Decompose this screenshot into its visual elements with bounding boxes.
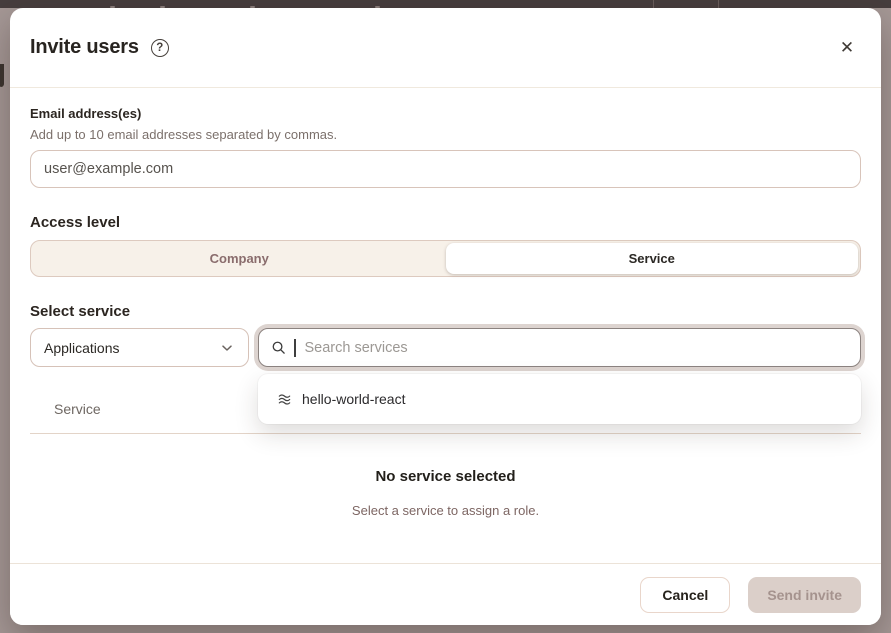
- cancel-button[interactable]: Cancel: [640, 577, 730, 613]
- modal-header: Invite users ? ✕: [10, 8, 881, 88]
- nav-separator: [653, 0, 654, 8]
- select-service-label: Select service: [30, 303, 861, 320]
- service-picker-row: Applications Search services: [30, 328, 861, 367]
- email-helper-text: Add up to 10 email addresses separated b…: [30, 127, 861, 142]
- close-icon[interactable]: ✕: [833, 34, 861, 62]
- segment-company[interactable]: Company: [33, 243, 446, 274]
- service-category-value: Applications: [44, 340, 120, 356]
- empty-state-subtitle: Select a service to assign a role.: [30, 503, 861, 518]
- background-top-nav: [0, 0, 891, 8]
- screen: Invite users ? ✕ Email address(es) Add u…: [0, 0, 891, 633]
- send-invite-button[interactable]: Send invite: [748, 577, 861, 613]
- search-results-panel: hello-world-react: [258, 374, 861, 424]
- service-search-wrap: Search services hello-world-react: [258, 328, 861, 367]
- background-page-glyph: [0, 64, 4, 87]
- search-icon: [271, 340, 286, 355]
- search-placeholder: Search services: [305, 340, 408, 356]
- modal-body: Email address(es) Add up to 10 email add…: [10, 88, 881, 518]
- help-icon[interactable]: ?: [151, 39, 169, 57]
- access-level-label: Access level: [30, 214, 861, 231]
- text-caret: [294, 339, 296, 357]
- modal-footer: Cancel Send invite: [10, 563, 881, 625]
- nav-separator: [718, 0, 719, 8]
- segment-service[interactable]: Service: [446, 243, 859, 274]
- invite-users-modal: Invite users ? ✕ Email address(es) Add u…: [10, 8, 881, 625]
- email-field[interactable]: [30, 150, 861, 188]
- empty-state-title: No service selected: [30, 468, 861, 485]
- search-input[interactable]: Search services: [258, 328, 861, 367]
- modal-title: Invite users: [30, 36, 139, 59]
- stack-icon: [277, 392, 292, 407]
- access-level-segmented-control: Company Service: [30, 240, 861, 277]
- search-result-label: hello-world-react: [302, 391, 405, 407]
- service-category-select[interactable]: Applications: [30, 328, 249, 367]
- table-divider: [30, 433, 861, 434]
- chevron-down-icon: [219, 340, 235, 356]
- email-label: Email address(es): [30, 106, 861, 121]
- search-result-item[interactable]: hello-world-react: [264, 380, 855, 418]
